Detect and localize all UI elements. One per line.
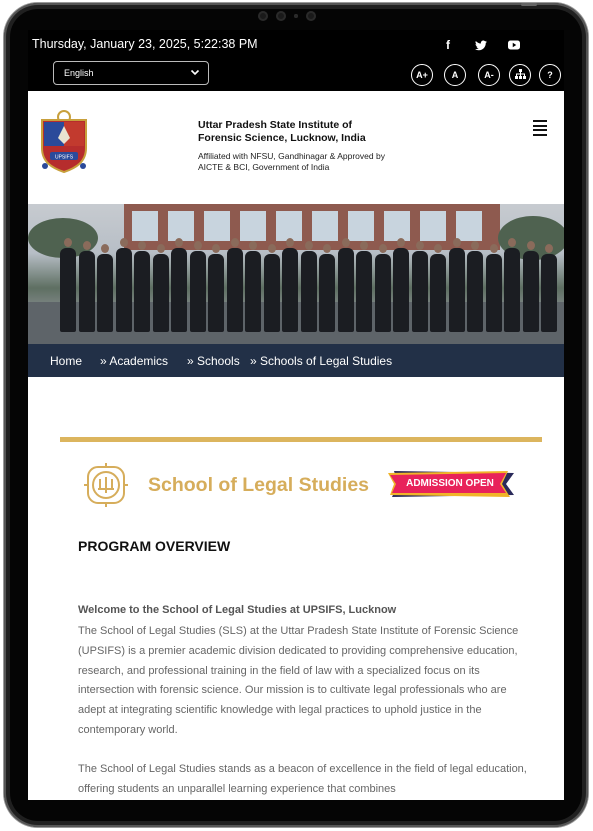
institute-name: Uttar Pradesh State Institute of Forensi… (198, 119, 366, 144)
banner-person (448, 248, 465, 332)
banner-person-head (471, 241, 479, 250)
banner-person (152, 254, 169, 332)
banner-person (282, 248, 298, 332)
breadcrumb-academics[interactable]: » Academics (100, 354, 168, 368)
banner-person (319, 254, 335, 332)
banner-person-head (323, 244, 331, 253)
help-button[interactable]: ? (539, 64, 561, 86)
admission-open-badge[interactable]: ADMISSION OPEN (388, 469, 518, 499)
youtube-icon[interactable] (506, 38, 522, 52)
banner-person-head (545, 244, 553, 253)
banner-person-head (304, 241, 313, 250)
banner-person-head (175, 238, 183, 247)
banner-person (504, 248, 520, 332)
banner-person (411, 251, 428, 332)
banner-person-head (526, 241, 535, 250)
banner-person (226, 248, 243, 332)
banner-person (356, 251, 372, 332)
language-value: English (64, 68, 94, 78)
program-overview-heading: PROGRAM OVERVIEW (78, 538, 231, 554)
banner-person (115, 248, 132, 332)
banner-person-head (452, 238, 461, 247)
sitemap-button[interactable] (509, 64, 531, 86)
banner-person (300, 251, 317, 332)
top-bar: Thursday, January 23, 2025, 5:22:38 PM f… (28, 30, 564, 91)
banner-person (430, 254, 446, 332)
decrease-font-button[interactable]: A- (478, 64, 500, 86)
breadcrumb-current: » Schools of Legal Studies (250, 354, 393, 368)
banner-person-head (212, 244, 220, 253)
banner-person-head (138, 241, 146, 250)
banner-person-head (415, 241, 424, 250)
chevron-down-icon (190, 67, 200, 79)
banner-person-head (82, 241, 91, 250)
banner-person-head (508, 238, 516, 247)
banner-person (189, 251, 206, 332)
banner-person (393, 248, 409, 332)
twitter-icon[interactable] (473, 38, 489, 52)
banner-person (78, 251, 95, 332)
banner-person (97, 254, 113, 332)
breadcrumb-home[interactable]: Home (50, 354, 82, 368)
site-header: UPSIFS Uttar Pradesh State Institute of … (28, 91, 564, 204)
banner-person-head (267, 244, 276, 253)
front-camera (258, 10, 342, 22)
banner-person (541, 254, 557, 332)
sitemap-icon (514, 69, 526, 81)
banner-person (208, 254, 224, 332)
banner-person-head (434, 244, 442, 253)
banner-person (467, 251, 483, 332)
increase-font-button[interactable]: A+ (411, 64, 433, 86)
second-paragraph: The School of Legal Studies stands as a … (78, 763, 527, 795)
school-title: School of Legal Studies (148, 474, 370, 496)
hero-banner-image (28, 204, 564, 344)
banner-person-head (286, 238, 294, 247)
facebook-icon[interactable]: f (440, 38, 456, 52)
browser-screen: Thursday, January 23, 2025, 5:22:38 PM f… (28, 30, 564, 800)
banner-person-head (119, 238, 128, 247)
banner-person-head (156, 244, 165, 253)
banner-person-head (193, 241, 202, 250)
power-button (521, 3, 537, 6)
breadcrumb: Home » Academics » Schools » Schools of … (28, 344, 564, 377)
scales-of-justice-icon (82, 461, 130, 509)
banner-person (374, 254, 391, 332)
section-divider (60, 437, 542, 442)
current-datetime: Thursday, January 23, 2025, 5:22:38 PM (32, 37, 258, 51)
banner-person-head (397, 238, 405, 247)
admission-open-label: ADMISSION OPEN (406, 478, 494, 489)
main-content: School of Legal Studies ADMISSION OPEN P… (28, 377, 564, 800)
banner-person-head (101, 244, 109, 253)
intro-paragraph: The School of Legal Studies (SLS) at the… (78, 625, 519, 736)
banner-person-head (230, 238, 239, 247)
banner-person (263, 254, 280, 332)
banner-person-head (378, 244, 387, 253)
default-font-button[interactable]: A (444, 64, 466, 86)
banner-person (522, 251, 539, 332)
banner-person (171, 248, 187, 332)
language-select[interactable]: English (53, 61, 209, 85)
banner-person-head (489, 244, 498, 253)
institute-logo[interactable]: UPSIFS (36, 108, 92, 176)
banner-person-head (64, 238, 72, 247)
welcome-text: Welcome to the School of Legal Studies a… (78, 604, 397, 616)
hamburger-menu-icon[interactable] (533, 120, 547, 136)
banner-person (245, 251, 261, 332)
banner-person (337, 248, 354, 332)
banner-person-head (249, 241, 257, 250)
banner-person-head (360, 241, 368, 250)
banner-person-head (341, 238, 350, 247)
banner-person (485, 254, 502, 332)
banner-person (60, 248, 76, 332)
breadcrumb-schools[interactable]: » Schools (187, 354, 240, 368)
logo-text: UPSIFS (55, 155, 74, 161)
institute-affiliation: Affiliated with NFSU, Gandhinagar & Appr… (198, 151, 385, 172)
banner-person (134, 251, 150, 332)
